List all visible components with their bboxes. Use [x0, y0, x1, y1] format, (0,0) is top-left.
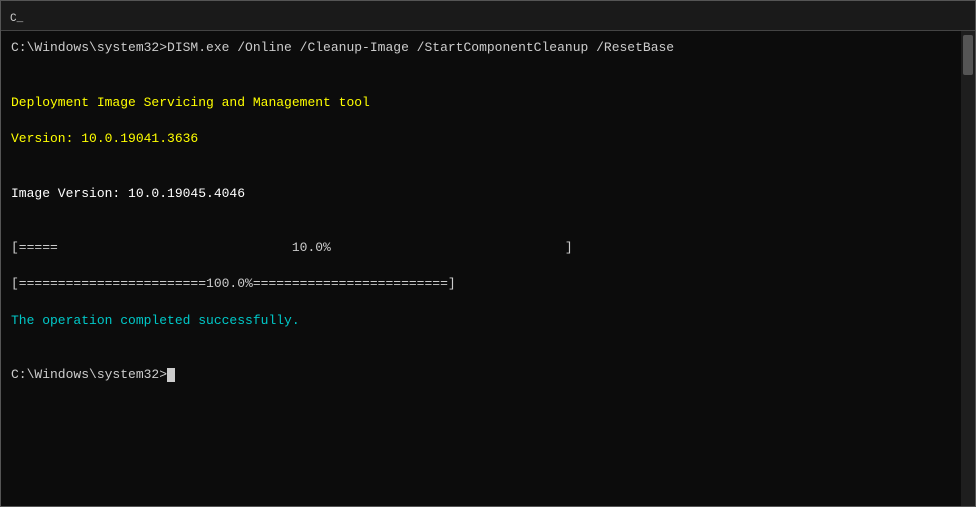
svg-text:C_: C_ [10, 13, 24, 24]
title-bar-left: C_ [9, 8, 31, 24]
image-version: Image Version: 10.0.19045.4046 [11, 185, 951, 203]
close-button[interactable] [921, 1, 967, 31]
title-bar: C_ [1, 1, 975, 31]
progress-partial: [===== 10.0% ] [11, 239, 951, 257]
version1: Version: 10.0.19041.3636 [11, 130, 951, 148]
cmd-icon: C_ [9, 8, 25, 24]
tool-name: Deployment Image Servicing and Managemen… [11, 94, 951, 112]
success: The operation completed successfully. [11, 312, 951, 330]
scrollbar[interactable] [961, 31, 975, 506]
progress-full: [========================100.0%=========… [11, 275, 951, 293]
cmd-line: C:\Windows\system32>DISM.exe /Online /Cl… [11, 39, 951, 57]
title-bar-controls [829, 1, 967, 31]
console-area[interactable]: C:\Windows\system32>DISM.exe /Online /Cl… [1, 31, 961, 506]
window: C_ C:\Windows\system32>DISM.exe /Online … [0, 0, 976, 507]
maximize-button[interactable] [875, 1, 921, 31]
console-wrapper: C:\Windows\system32>DISM.exe /Online /Cl… [1, 31, 975, 506]
cursor [167, 368, 175, 382]
minimize-button[interactable] [829, 1, 875, 31]
scrollbar-thumb[interactable] [963, 35, 973, 75]
prompt: C:\Windows\system32> [11, 366, 951, 384]
